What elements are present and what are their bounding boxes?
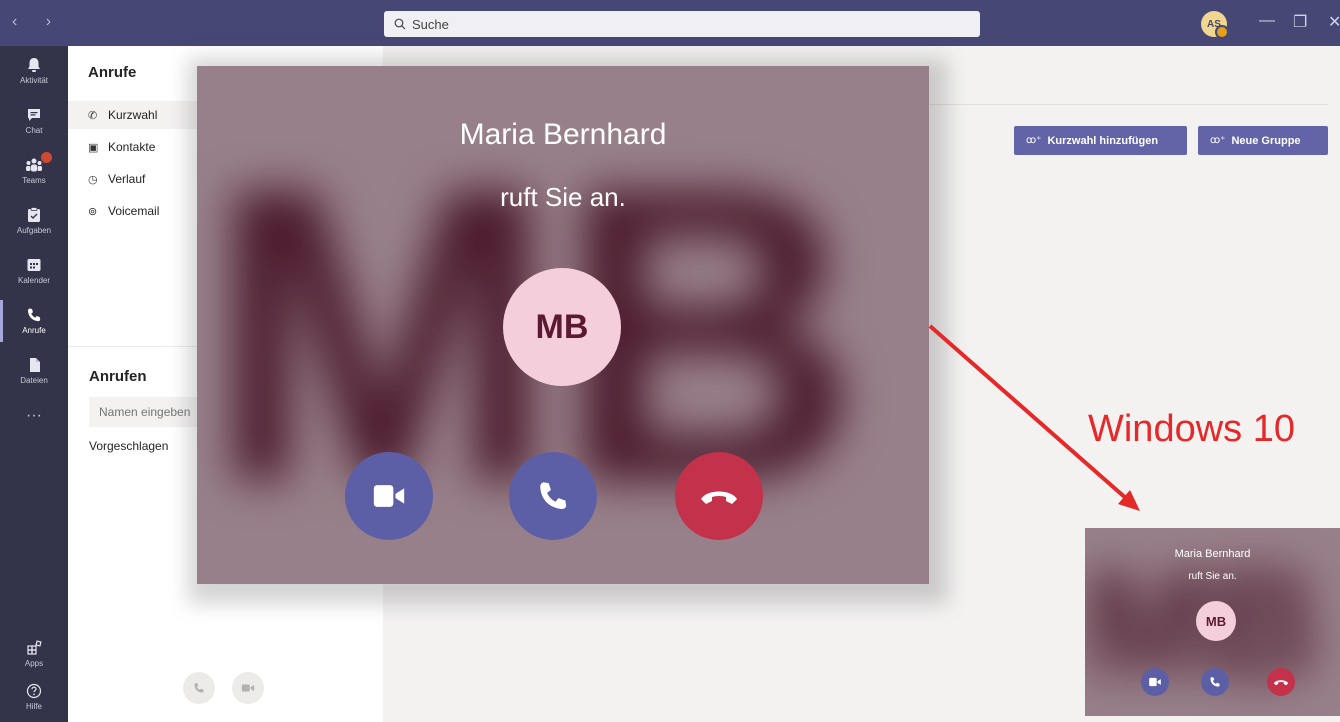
hang-up-icon	[1273, 680, 1289, 686]
caller-status: ruft Sie an.	[1188, 571, 1237, 582]
caller-avatar: MB	[1196, 601, 1236, 641]
accept-audio-button[interactable]	[1201, 668, 1229, 696]
caller-initials: MB	[1205, 613, 1227, 629]
annotation-label: Windows 10	[1088, 408, 1295, 450]
incoming-call-toast-small: MB Maria Bernhard ruft Sie an. MB	[1085, 528, 1340, 716]
caller-name: Maria Bernhard	[1174, 548, 1251, 560]
decline-call-button[interactable]	[1267, 668, 1295, 696]
video-camera-icon	[1149, 677, 1161, 687]
accept-video-button[interactable]	[1141, 668, 1169, 696]
phone-icon	[1210, 677, 1220, 687]
